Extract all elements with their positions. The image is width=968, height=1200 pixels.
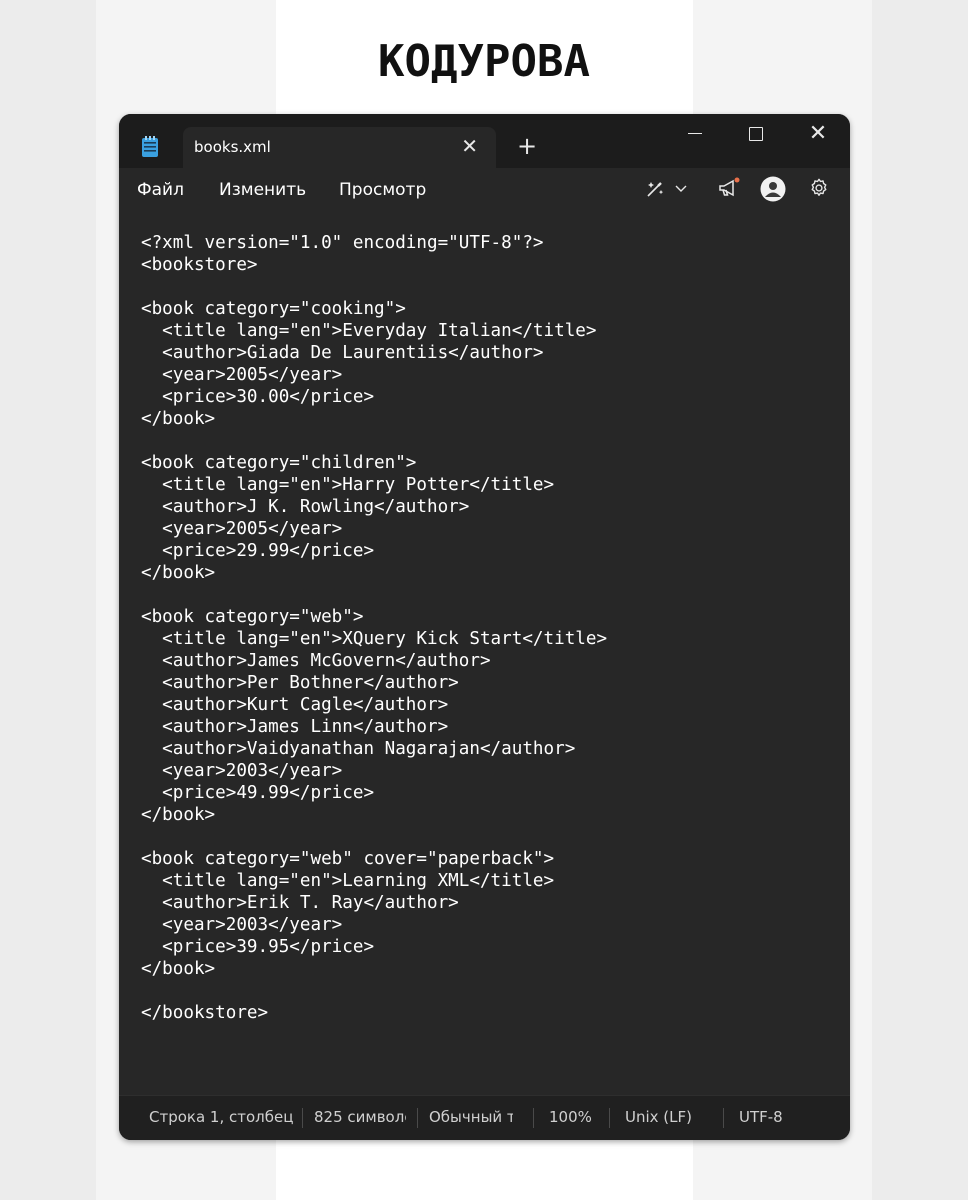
new-tab-button[interactable]: +: [517, 134, 537, 158]
status-divider: [533, 1108, 534, 1128]
editor-line: </bookstore>: [141, 1003, 269, 1023]
editor-line: </book>: [141, 805, 216, 825]
editor-line: <year>2005</year>: [141, 519, 343, 539]
editor-line: <author>Kurt Cagle</author>: [141, 695, 449, 715]
editor-line: <author>Giada De Laurentiis</author>: [141, 343, 544, 363]
editor-line: <?xml version="1.0" encoding="UTF-8"?>: [141, 233, 544, 253]
editor-line: <price>30.00</price>: [141, 387, 375, 407]
editor-line: <year>2003</year>: [141, 915, 343, 935]
editor-line: <title lang="en">Harry Potter</title>: [141, 475, 555, 495]
maximize-icon: [749, 127, 763, 141]
editor-line: <author>Vaidyanathan Nagarajan</author>: [141, 739, 576, 759]
editor-line: <book category="web">: [141, 607, 364, 627]
editor-line: <title lang="en">Everyday Italian</title…: [141, 321, 597, 341]
close-window-button[interactable]: ✕: [798, 120, 838, 148]
minimize-button[interactable]: [675, 120, 715, 148]
text-editor[interactable]: <?xml version="1.0" encoding="UTF-8"?> <b…: [141, 232, 840, 1096]
editor-line: <book category="cooking">: [141, 299, 406, 319]
minimize-icon: [688, 133, 702, 134]
editor-line: <price>49.99</price>: [141, 783, 375, 803]
status-line-ending[interactable]: Unix (LF): [625, 1108, 715, 1126]
menu-view[interactable]: Просмотр: [339, 180, 426, 200]
editor-line: <bookstore>: [141, 255, 258, 275]
editor-line: <author>Erik T. Ray</author>: [141, 893, 459, 913]
title-bar: books.xml ✕ + ✕: [119, 114, 850, 168]
editor-line: <author>James Linn</author>: [141, 717, 449, 737]
brand-logo: КОДУРОВА: [378, 36, 590, 87]
editor-line: <title lang="en">XQuery Kick Start</titl…: [141, 629, 608, 649]
status-char-count: 825 символс: [314, 1108, 406, 1126]
status-divider: [609, 1108, 610, 1128]
notification-dot: [734, 177, 740, 183]
gear-icon[interactable]: [808, 177, 830, 199]
tab-title: books.xml: [194, 138, 271, 156]
status-bar: Строка 1, столбец 1 825 символс Обычный …: [119, 1095, 850, 1140]
megaphone-icon[interactable]: [717, 176, 741, 200]
copilot-icon[interactable]: [644, 178, 666, 200]
editor-line: </book>: [141, 959, 216, 979]
editor-line: <book category="web" cover="paperback">: [141, 849, 555, 869]
maximize-button[interactable]: [736, 120, 776, 148]
editor-line: </book>: [141, 563, 216, 583]
close-tab-icon[interactable]: ✕: [461, 134, 478, 158]
editor-line: <author>James McGovern</author>: [141, 651, 491, 671]
editor-line: <price>39.95</price>: [141, 937, 375, 957]
status-divider: [723, 1108, 724, 1128]
editor-line: <book category="children">: [141, 453, 417, 473]
tab-books-xml[interactable]: books.xml ✕: [183, 127, 496, 168]
account-icon[interactable]: [760, 176, 786, 202]
notepad-app-icon: [142, 136, 158, 157]
editor-line: <title lang="en">Learning XML</title>: [141, 871, 555, 891]
editor-line: <year>2003</year>: [141, 761, 343, 781]
status-text-format[interactable]: Обычный т: [429, 1108, 513, 1126]
editor-line: </book>: [141, 409, 216, 429]
status-divider: [417, 1108, 418, 1128]
editor-line: <author>J K. Rowling</author>: [141, 497, 470, 517]
menu-file[interactable]: Файл: [137, 180, 184, 200]
menu-edit[interactable]: Изменить: [219, 180, 306, 200]
status-cursor-position: Строка 1, столбец 1: [149, 1108, 294, 1126]
editor-line: <year>2005</year>: [141, 365, 343, 385]
editor-line: <author>Per Bothner</author>: [141, 673, 459, 693]
status-divider: [302, 1108, 303, 1128]
editor-line: <price>29.99</price>: [141, 541, 375, 561]
status-zoom[interactable]: 100%: [549, 1108, 609, 1126]
chevron-down-icon[interactable]: [675, 184, 687, 194]
notepad-window: books.xml ✕ + ✕ Файл Изменить Просмотр <…: [119, 114, 850, 1140]
status-encoding[interactable]: UTF-8: [739, 1108, 799, 1126]
